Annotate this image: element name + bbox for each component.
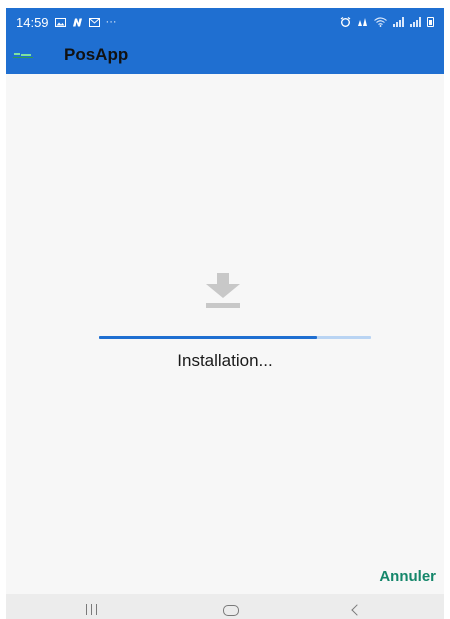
app-screen: 14:59 ··· PosApp Installation... Annuler [6, 8, 444, 619]
gallery-icon [54, 17, 66, 27]
app-logo-icon [12, 47, 34, 63]
status-bar: 14:59 ··· [6, 8, 444, 36]
status-right [340, 17, 434, 27]
cancel-button[interactable]: Annuler [377, 564, 438, 589]
signal-icon [358, 18, 367, 26]
alarm-icon [340, 17, 351, 27]
app-bar: PosApp [6, 36, 444, 74]
recent-apps-button[interactable] [70, 594, 120, 619]
back-button[interactable] [332, 594, 382, 619]
home-button[interactable] [208, 594, 258, 619]
cell-signal-icon [393, 17, 404, 27]
battery-icon [427, 17, 434, 27]
cell-signal-icon-2 [410, 17, 421, 27]
wifi-icon [374, 17, 387, 27]
status-left: 14:59 ··· [16, 15, 117, 30]
install-progress-bar [99, 336, 371, 339]
more-icon: ··· [105, 15, 117, 28]
app-title: PosApp [64, 45, 129, 64]
n-icon [72, 18, 82, 26]
install-status-text: Installation... [177, 351, 273, 370]
install-progress-fill [99, 336, 317, 339]
install-content: Installation... Annuler [6, 74, 444, 594]
status-time: 14:59 [16, 14, 49, 30]
mail-icon [88, 17, 100, 27]
system-nav-bar [6, 594, 444, 619]
download-icon [206, 273, 240, 309]
